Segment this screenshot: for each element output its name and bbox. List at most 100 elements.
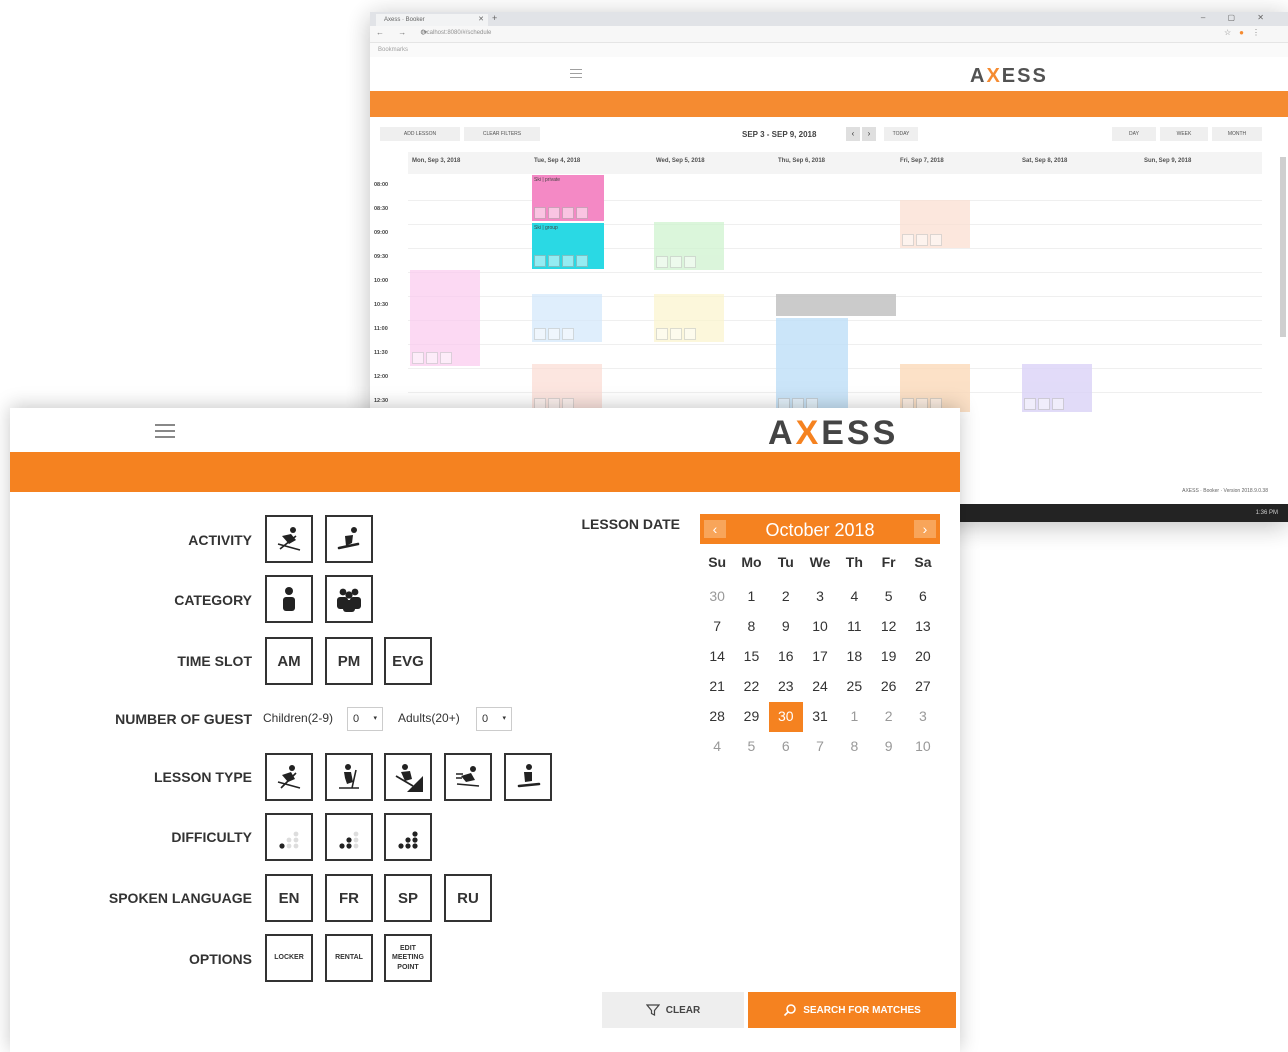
calendar-day[interactable]: 9 (769, 612, 803, 642)
calendar-day[interactable]: 13 (906, 612, 940, 642)
scrollbar[interactable] (1280, 157, 1286, 337)
calendar-day[interactable]: 31 (803, 702, 837, 732)
calendar-day[interactable]: 5 (734, 732, 768, 762)
new-tab-icon[interactable]: + (492, 13, 497, 23)
children-select[interactable]: 0 ▾ (347, 707, 383, 731)
appointment-card-faded[interactable] (900, 200, 970, 248)
time-slot-evg-button[interactable]: EVG (384, 637, 432, 685)
bookmark-bar[interactable]: Bookmarks (370, 43, 1288, 57)
calendar-day[interactable]: 4 (837, 582, 871, 612)
appointment-card-faded[interactable] (532, 294, 602, 342)
category-group-button[interactable] (325, 575, 373, 623)
calendar-day[interactable]: 16 (769, 642, 803, 672)
week-view-button[interactable]: WEEK (1160, 127, 1208, 141)
calendar-day[interactable]: 5 (871, 582, 905, 612)
calendar-day[interactable]: 26 (871, 672, 905, 702)
window-controls[interactable]: – ▢ ✕ (1201, 13, 1274, 22)
menu-icon[interactable] (155, 424, 175, 442)
app-header: AXESS (10, 408, 960, 452)
calendar-day[interactable]: 10 (803, 612, 837, 642)
appointment-card-faded[interactable] (654, 222, 724, 270)
calendar-day[interactable]: 6 (769, 732, 803, 762)
calendar-day[interactable]: 12 (871, 612, 905, 642)
lesson-type-crosscountry-button[interactable] (325, 753, 373, 801)
today-button[interactable]: TODAY (884, 127, 918, 141)
time-label: 11:00 (374, 326, 388, 332)
chevron-right-icon[interactable]: › (914, 520, 936, 538)
calendar-day[interactable]: 1 (734, 582, 768, 612)
calendar-day[interactable]: 17 (803, 642, 837, 672)
calendar-day[interactable]: 9 (871, 732, 905, 762)
calendar-day[interactable]: 3 (803, 582, 837, 612)
calendar-day[interactable]: 29 (734, 702, 768, 732)
clear-filters-button[interactable]: CLEAR FILTERS (464, 127, 540, 141)
time-slot-am-button[interactable]: AM (265, 637, 313, 685)
calendar-day[interactable]: 20 (906, 642, 940, 672)
browser-tab[interactable]: Axess · Booker ✕ (376, 14, 488, 26)
difficulty-intermediate-button[interactable] (325, 813, 373, 861)
calendar-day[interactable]: 24 (803, 672, 837, 702)
calendar-day[interactable]: 1 (837, 702, 871, 732)
category-private-button[interactable] (265, 575, 313, 623)
calendar-day[interactable]: 27 (906, 672, 940, 702)
activity-snowboard-button[interactable] (325, 515, 373, 563)
calendar-day[interactable]: 21 (700, 672, 734, 702)
calendar-day[interactable]: 8 (837, 732, 871, 762)
calendar-day[interactable]: 18 (837, 642, 871, 672)
calendar-day[interactable]: 14 (700, 642, 734, 672)
calendar-day[interactable]: 3 (906, 702, 940, 732)
option-rental-button[interactable]: RENTAL (325, 934, 373, 982)
appointment-card-faded[interactable] (900, 364, 970, 412)
appointment-card-faded[interactable] (654, 294, 724, 342)
calendar-day[interactable]: 2 (769, 582, 803, 612)
calendar-day[interactable]: 11 (837, 612, 871, 642)
lesson-type-freestyle-button[interactable] (384, 753, 432, 801)
add-lesson-button[interactable]: ADD LESSON (380, 127, 460, 141)
calendar-day[interactable]: 10 (906, 732, 940, 762)
calendar-day[interactable]: 8 (734, 612, 768, 642)
appointment-card-faded[interactable] (1022, 364, 1092, 412)
url-input[interactable]: localhost:8080/#/schedule (422, 29, 582, 38)
lesson-type-snowboard-button[interactable] (504, 753, 552, 801)
calendar-day[interactable]: 2 (871, 702, 905, 732)
appointment-card-faded[interactable] (776, 318, 848, 412)
appointment-card[interactable]: Ski | private (532, 175, 604, 221)
calendar-day-selected[interactable]: 30 (768, 702, 803, 732)
calendar-day[interactable]: 19 (871, 642, 905, 672)
option-edit-meeting-point-button[interactable]: EDIT MEETING POINT (384, 934, 432, 982)
language-ru-button[interactable]: RU (444, 874, 492, 922)
browser-extension-icons[interactable]: ☆●⋮ (1224, 28, 1268, 37)
calendar-day[interactable]: 7 (803, 732, 837, 762)
language-sp-button[interactable]: SP (384, 874, 432, 922)
calendar-day[interactable]: 6 (906, 582, 940, 612)
lesson-type-racing-button[interactable] (444, 753, 492, 801)
time-slot-pm-button[interactable]: PM (325, 637, 373, 685)
menu-icon[interactable] (570, 69, 582, 81)
calendar-day[interactable]: 25 (837, 672, 871, 702)
chevron-left-icon[interactable]: ‹ (846, 127, 860, 141)
calendar-day[interactable]: 23 (769, 672, 803, 702)
appointment-card[interactable]: Ski | group (532, 223, 604, 269)
search-for-matches-button[interactable]: SEARCH FOR MATCHES (748, 992, 956, 1028)
appointment-card-faded[interactable] (410, 270, 480, 366)
calendar-day[interactable]: 15 (734, 642, 768, 672)
difficulty-advanced-button[interactable] (384, 813, 432, 861)
calendar-day[interactable]: 7 (700, 612, 734, 642)
calendar-day[interactable]: 30 (700, 582, 734, 612)
language-fr-button[interactable]: FR (325, 874, 373, 922)
close-icon[interactable]: ✕ (478, 14, 484, 26)
appointment-card-faded[interactable] (532, 364, 602, 412)
day-view-button[interactable]: DAY (1112, 127, 1156, 141)
language-en-button[interactable]: EN (265, 874, 313, 922)
option-locker-button[interactable]: LOCKER (265, 934, 313, 982)
calendar-day[interactable]: 4 (700, 732, 734, 762)
clear-button[interactable]: CLEAR (602, 992, 744, 1028)
activity-ski-button[interactable] (265, 515, 313, 563)
chevron-right-icon[interactable]: › (862, 127, 876, 141)
month-view-button[interactable]: MONTH (1212, 127, 1262, 141)
lesson-type-downhill-button[interactable] (265, 753, 313, 801)
calendar-day[interactable]: 22 (734, 672, 768, 702)
difficulty-beginner-button[interactable] (265, 813, 313, 861)
adults-select[interactable]: 0 ▾ (476, 707, 512, 731)
calendar-day[interactable]: 28 (700, 702, 734, 732)
